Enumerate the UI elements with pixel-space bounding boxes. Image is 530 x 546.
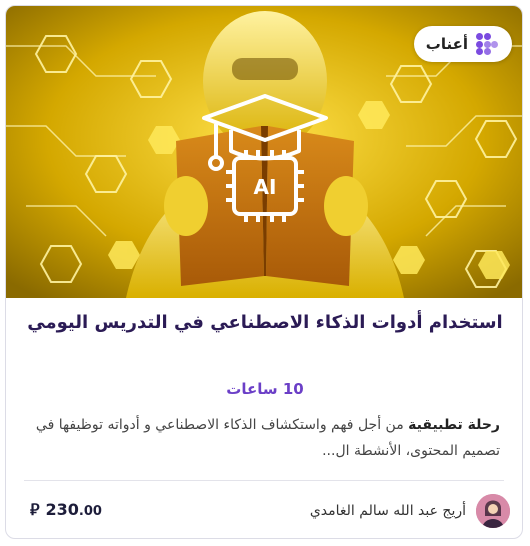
course-hero-image[interactable]: AI أعناب bbox=[6, 6, 522, 298]
provider-name: أعناب bbox=[425, 35, 468, 53]
riyal-currency-icon: ⃁ bbox=[30, 500, 40, 519]
price-decimal: .00 bbox=[78, 504, 102, 519]
card-footer: أريج عبد الله سالم الغامدي ⃁ 230.00 bbox=[6, 488, 522, 534]
provider-badge[interactable]: أعناب bbox=[413, 26, 512, 62]
course-duration: 10 ساعات bbox=[226, 380, 304, 398]
instructor-name: أريج عبد الله سالم الغامدي bbox=[309, 503, 466, 519]
instructor-avatar bbox=[476, 494, 510, 528]
course-price: ⃁ 230.00 bbox=[30, 500, 102, 520]
course-description: رحلة تطبيقية من أجل فهم واستكشاف الذكاء … bbox=[20, 412, 500, 464]
price-whole: 230 bbox=[45, 500, 79, 519]
ai-chip-label: AI bbox=[254, 175, 277, 199]
footer-divider bbox=[24, 480, 504, 481]
provider-logo-icon bbox=[476, 33, 498, 55]
instructor-info[interactable]: أريج عبد الله سالم الغامدي bbox=[310, 488, 510, 534]
description-highlight: رحلة تطبيقية bbox=[408, 417, 500, 433]
course-title[interactable]: استخدام أدوات الذكاء الاصطناعي في التدري… bbox=[6, 312, 522, 333]
course-card[interactable]: AI أعناب استخدام أدوات الذكاء الاصطناعي … bbox=[5, 5, 523, 539]
